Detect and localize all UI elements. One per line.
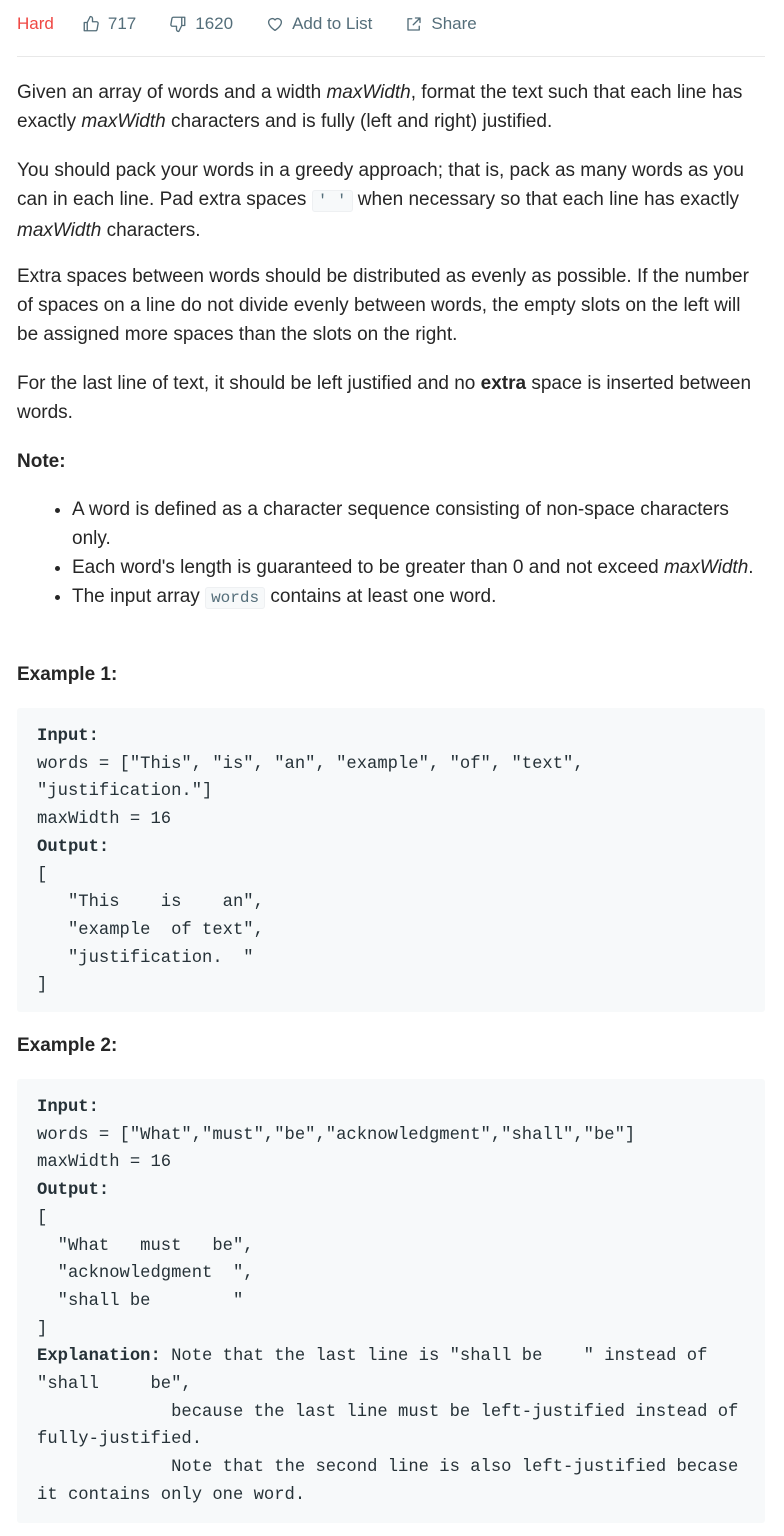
explanation-label: Explanation: bbox=[37, 1347, 161, 1367]
description-paragraph-3: Extra spaces between words should be dis… bbox=[17, 266, 749, 345]
input-label: Input: bbox=[37, 1098, 99, 1117]
example-2-explanation: Note that the last line is "shall be " i… bbox=[37, 1347, 739, 1505]
note-item: Each word's length is guaranteed to be g… bbox=[72, 553, 772, 582]
example-2-input: words = ["What","must","be","acknowledgm… bbox=[37, 1125, 636, 1173]
heart-icon bbox=[268, 17, 283, 32]
note-item: The input array words contains at least … bbox=[72, 582, 772, 613]
description-paragraph-4: For the last line of text, it should be … bbox=[17, 373, 752, 423]
inline-code-space: ' ' bbox=[311, 190, 353, 212]
like-button[interactable]: 717 bbox=[82, 14, 136, 34]
thumbs-down-icon bbox=[170, 16, 186, 33]
note-item: A word is defined as a character sequenc… bbox=[72, 495, 772, 553]
example-1-input: words = ["This", "is", "an", "example", … bbox=[37, 754, 584, 830]
example-1-output: [ "This is an", "example of text", "just… bbox=[37, 865, 264, 996]
output-label: Output: bbox=[37, 1181, 110, 1201]
share-label: Share bbox=[431, 14, 477, 33]
input-label: Input: bbox=[37, 727, 99, 746]
example-1-code-block: Input: words = ["This", "is", "an", "exa… bbox=[17, 708, 765, 1012]
add-to-list-button[interactable]: Add to List bbox=[266, 14, 372, 34]
example-2-code-block: Input: words = ["What","must","be","ackn… bbox=[17, 1079, 765, 1523]
likes-count: 717 bbox=[107, 14, 137, 33]
share-button[interactable]: Share bbox=[405, 14, 477, 34]
dislikes-count: 1620 bbox=[195, 14, 234, 33]
description-paragraph-1: Given an array of words and a width maxW… bbox=[17, 82, 743, 132]
description-paragraph-2: You should pack your words in a greedy a… bbox=[17, 160, 744, 241]
problem-toolbar: Hard 717 1620 Add to List Share bbox=[17, 0, 765, 57]
note-list: A word is defined as a character sequenc… bbox=[17, 495, 772, 613]
difficulty-label: Hard bbox=[17, 14, 54, 33]
example-2-output: [ "What must be", "acknowledgment ", "sh… bbox=[37, 1208, 254, 1339]
example-1-heading: Example 1: bbox=[17, 664, 118, 685]
dislike-button[interactable]: 1620 bbox=[169, 14, 233, 34]
share-icon bbox=[407, 17, 422, 31]
note-heading: Note: bbox=[17, 451, 66, 472]
output-label: Output: bbox=[37, 837, 110, 857]
problem-content: Hard 717 1620 Add to List Share Given an… bbox=[17, 0, 765, 1523]
example-2-heading: Example 2: bbox=[17, 1035, 118, 1056]
thumbs-up-icon bbox=[83, 15, 99, 32]
add-to-list-label: Add to List bbox=[292, 14, 373, 33]
inline-code-words: words bbox=[205, 587, 266, 609]
